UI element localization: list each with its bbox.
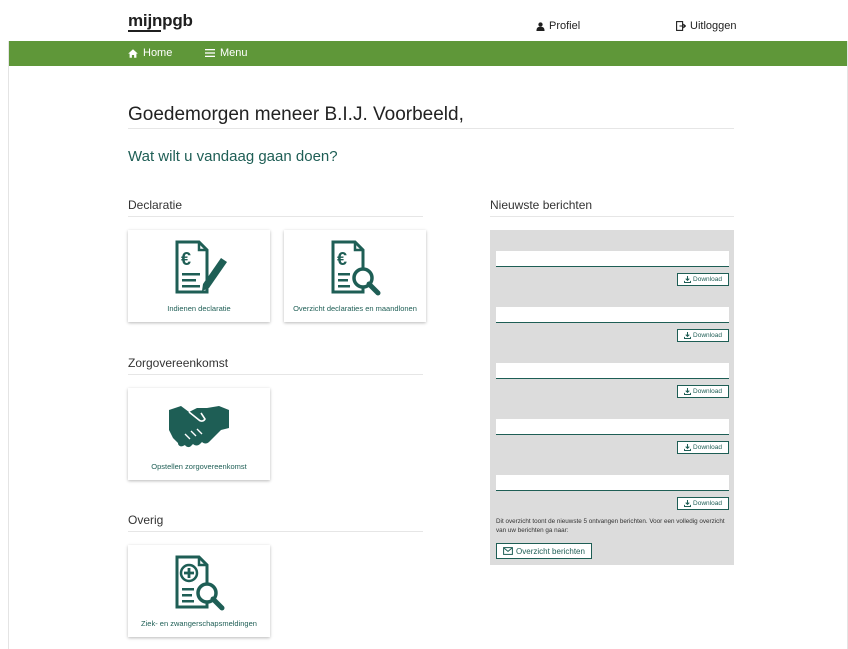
profile-label: Profiel	[549, 20, 581, 32]
download-button[interactable]: Download	[677, 497, 729, 510]
left-page-border	[0, 0, 9, 649]
section-divider-berichten	[490, 216, 734, 217]
tile-overzicht-declaraties[interactable]: € Overzicht declaraties en maandlonen	[284, 230, 426, 322]
euro-document-search-icon: €	[331, 240, 381, 296]
page-title: Goedemorgen meneer B.I.J. Voorbeeld,	[128, 104, 464, 125]
section-title-overig: Overig	[128, 513, 164, 527]
messages-note: Dit overzicht toont de nieuwste 5 ontvan…	[496, 518, 725, 534]
download-icon	[684, 276, 692, 283]
svg-text:€: €	[181, 249, 191, 269]
section-title-zorgovereenkomst: Zorgovereenkomst	[128, 356, 229, 370]
nav-menu-label: Menu	[220, 47, 248, 59]
tile-opstellen-zorgovereenkomst[interactable]: Opstellen zorgovereenkomst	[128, 388, 270, 480]
nav-menu[interactable]: Menu	[205, 47, 248, 59]
handshake-icon	[169, 406, 229, 448]
section-title-berichten: Nieuwste berichten	[490, 198, 593, 212]
page-subheading: Wat wilt u vandaag gaan doen?	[128, 148, 338, 165]
download-label: Download	[693, 444, 722, 451]
hamburger-icon	[205, 49, 215, 57]
nav-home[interactable]: Home	[128, 47, 172, 59]
section-title-declaratie: Declaratie	[128, 198, 183, 212]
download-icon	[684, 332, 692, 339]
download-label: Download	[693, 500, 722, 507]
tile-label: Ziek- en zwangerschapsmeldingen	[141, 619, 257, 629]
download-icon	[684, 500, 692, 507]
messages-panel: Download Download Download Download Down…	[490, 230, 734, 565]
download-button[interactable]: Download	[677, 385, 729, 398]
nav-home-label: Home	[143, 47, 173, 59]
medical-document-search-icon	[175, 555, 225, 611]
top-bar: mijnpgb Profiel Uitloggen	[0, 0, 848, 41]
message-item[interactable]	[496, 475, 729, 491]
logout-link[interactable]: Uitloggen	[676, 20, 736, 32]
section-divider-overig	[128, 531, 423, 532]
home-icon	[128, 48, 138, 58]
overview-messages-label: Overzicht berichten	[516, 546, 585, 556]
logo[interactable]: mijnpgb	[128, 11, 193, 31]
svg-text:€: €	[337, 249, 347, 269]
logo-underline	[128, 30, 161, 32]
download-button[interactable]: Download	[677, 441, 729, 454]
download-icon	[684, 444, 692, 451]
euro-document-pen-icon: €	[175, 240, 227, 294]
main-navbar: Home Menu	[9, 41, 847, 66]
overview-messages-button[interactable]: Overzicht berichten	[496, 543, 592, 559]
tile-ziek-zwangerschapsmeldingen[interactable]: Ziek- en zwangerschapsmeldingen	[128, 545, 270, 637]
section-divider-declaratie	[128, 216, 423, 217]
download-button[interactable]: Download	[677, 329, 729, 342]
tile-label: Overzicht declaraties en maandlonen	[293, 304, 417, 314]
message-item[interactable]	[496, 363, 729, 379]
profile-link[interactable]: Profiel	[536, 20, 580, 32]
download-icon	[684, 388, 692, 395]
message-item[interactable]	[496, 251, 729, 267]
download-label: Download	[693, 388, 722, 395]
tile-label: Indienen declaratie	[167, 304, 231, 314]
user-icon	[536, 21, 545, 31]
download-button[interactable]: Download	[677, 273, 729, 286]
envelope-icon	[503, 547, 513, 555]
tile-indienen-declaratie[interactable]: € Indienen declaratie	[128, 230, 270, 322]
logout-label: Uitloggen	[690, 20, 737, 32]
section-divider-zorgovereenkomst	[128, 374, 423, 375]
message-item[interactable]	[496, 307, 729, 323]
download-label: Download	[693, 332, 722, 339]
tile-label: Opstellen zorgovereenkomst	[151, 462, 247, 472]
message-item[interactable]	[496, 419, 729, 435]
title-divider	[128, 128, 734, 129]
download-label: Download	[693, 276, 722, 283]
logout-icon	[676, 21, 686, 31]
